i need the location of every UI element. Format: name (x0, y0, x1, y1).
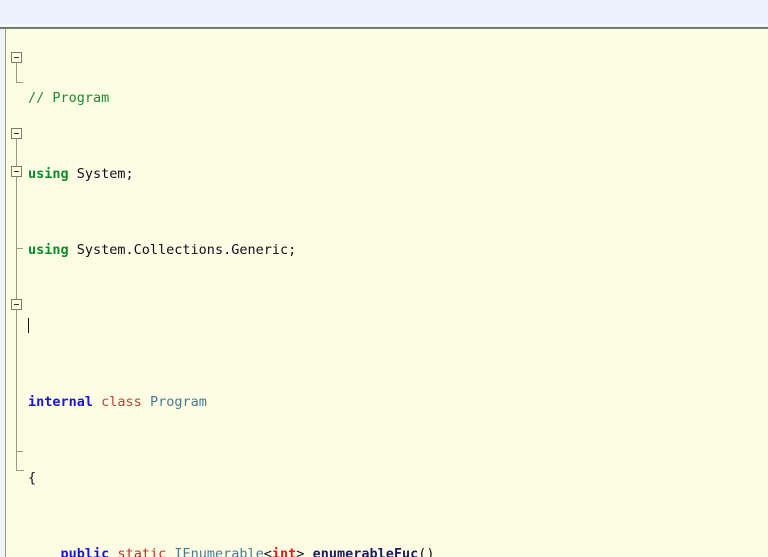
code-line-6[interactable]: { (0, 469, 768, 488)
token-angle-open: < (263, 546, 272, 557)
token-static-keyword: static (117, 546, 167, 557)
text-caret (28, 318, 29, 333)
code-line-3[interactable]: using System.Collections.Generic; (0, 241, 768, 260)
code-line-7[interactable]: public static IEnumerable<int> enumerabl… (0, 545, 768, 557)
token-type-ienumerable: IEnumerable (174, 546, 264, 557)
token-using-keyword: using (28, 242, 69, 258)
code-editor-window: // Program using System; using System.Co… (0, 0, 768, 557)
window-chrome-band (0, 0, 768, 24)
token-method-enumerablefuc: enumerableFuc (312, 546, 419, 557)
code-line-1[interactable]: // Program (0, 89, 768, 108)
token-parens: () (418, 546, 435, 557)
code-line-2[interactable]: using System; (0, 165, 768, 184)
token-int-keyword: int (271, 546, 297, 557)
token-class-keyword: class (101, 394, 142, 410)
code-line-5[interactable]: internal class Program (0, 393, 768, 412)
token-type-program: Program (149, 394, 207, 410)
code-line-4[interactable] (0, 317, 768, 336)
token-using-keyword: using (28, 166, 69, 182)
token-brace: { (28, 470, 37, 486)
token-namespace: System.Collections.Generic; (68, 242, 297, 258)
code-text-area[interactable]: // Program using System; using System.Co… (0, 32, 768, 557)
token-internal-keyword: internal (28, 394, 94, 410)
editor-surface[interactable]: // Program using System; using System.Co… (0, 29, 768, 557)
token-namespace: System; (68, 166, 134, 182)
token-public-keyword: public (60, 546, 110, 557)
token-comment: // Program (28, 90, 110, 106)
